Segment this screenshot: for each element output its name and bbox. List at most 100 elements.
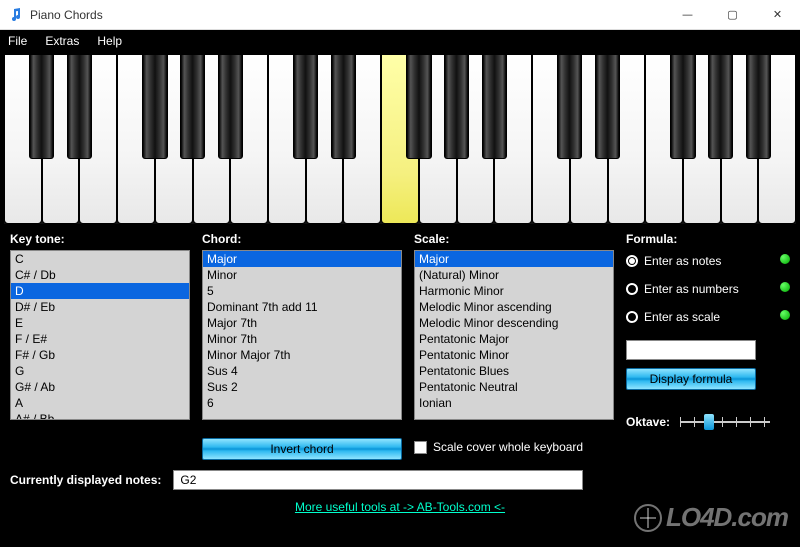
minimize-button[interactable]: —: [665, 0, 710, 30]
status-led-icon: [780, 254, 790, 264]
close-button[interactable]: ✕: [755, 0, 800, 30]
list-item[interactable]: 5: [203, 283, 401, 299]
menu-help[interactable]: Help: [97, 34, 122, 48]
list-item[interactable]: Minor: [203, 267, 401, 283]
formula-radio-notes[interactable]: Enter as notes: [626, 254, 790, 268]
list-item[interactable]: Major: [415, 251, 613, 267]
checkbox-icon: [414, 441, 427, 454]
chord-listbox[interactable]: MajorMinor5Dominant 7th add 11Major 7thM…: [202, 250, 402, 420]
black-key[interactable]: [444, 54, 469, 159]
list-item[interactable]: (Natural) Minor: [415, 267, 613, 283]
maximize-button[interactable]: ▢: [710, 0, 755, 30]
below-lists-row: Invert chord Scale cover whole keyboard: [0, 432, 800, 460]
key-tone-label: Key tone:: [10, 232, 190, 246]
black-key[interactable]: [67, 54, 92, 159]
scale-column: Scale: Major(Natural) MinorHarmonic Mino…: [414, 232, 614, 432]
scale-listbox[interactable]: Major(Natural) MinorHarmonic MinorMelodi…: [414, 250, 614, 420]
window-title: Piano Chords: [30, 8, 103, 22]
status-led-icon: [780, 310, 790, 320]
app-icon: [8, 7, 24, 23]
list-item[interactable]: Sus 2: [203, 379, 401, 395]
formula-radio-scale[interactable]: Enter as scale: [626, 310, 790, 324]
titlebar: Piano Chords — ▢ ✕: [0, 0, 800, 30]
list-item[interactable]: Pentatonic Minor: [415, 347, 613, 363]
list-item[interactable]: A# / Bb: [11, 411, 189, 420]
footer-link-row: More useful tools at -> AB-Tools.com <-: [0, 490, 800, 514]
black-key[interactable]: [293, 54, 318, 159]
black-key[interactable]: [557, 54, 582, 159]
oktave-slider[interactable]: [680, 412, 770, 432]
displayed-notes-label: Currently displayed notes:: [10, 473, 161, 487]
list-item[interactable]: Minor 7th: [203, 331, 401, 347]
list-item[interactable]: 6: [203, 395, 401, 411]
list-item[interactable]: A: [11, 395, 189, 411]
slider-thumb-icon: [704, 414, 714, 430]
black-key[interactable]: [331, 54, 356, 159]
footer-link[interactable]: More useful tools at -> AB-Tools.com <-: [295, 500, 505, 514]
black-key[interactable]: [595, 54, 620, 159]
black-key[interactable]: [708, 54, 733, 159]
list-item[interactable]: Pentatonic Blues: [415, 363, 613, 379]
formula-radio-numbers[interactable]: Enter as numbers: [626, 282, 790, 296]
controls-panel: Key tone: CC# / DbDD# / EbEF / E#F# / Gb…: [0, 224, 800, 432]
radio-dot-icon: [626, 311, 638, 323]
radio-label-numbers: Enter as numbers: [644, 282, 739, 296]
app-body: File Extras Help Key tone: CC# / DbDD# /…: [0, 30, 800, 547]
status-led-icon: [780, 282, 790, 292]
list-item[interactable]: Minor Major 7th: [203, 347, 401, 363]
radio-dot-icon: [626, 283, 638, 295]
black-key[interactable]: [142, 54, 167, 159]
formula-input[interactable]: [626, 340, 756, 360]
chord-column: Chord: MajorMinor5Dominant 7th add 11Maj…: [202, 232, 402, 432]
list-item[interactable]: Melodic Minor descending: [415, 315, 613, 331]
window-controls: — ▢ ✕: [665, 0, 800, 30]
list-item[interactable]: Major: [203, 251, 401, 267]
menu-file[interactable]: File: [8, 34, 27, 48]
black-key[interactable]: [482, 54, 507, 159]
radio-label-scale: Enter as scale: [644, 310, 720, 324]
list-item[interactable]: Pentatonic Major: [415, 331, 613, 347]
formula-column: Formula: Enter as notes Enter as numbers…: [626, 232, 790, 432]
black-key[interactable]: [29, 54, 54, 159]
list-item[interactable]: Major 7th: [203, 315, 401, 331]
list-item[interactable]: D# / Eb: [11, 299, 189, 315]
formula-label: Formula:: [626, 232, 790, 246]
display-formula-button[interactable]: Display formula: [626, 368, 756, 390]
list-item[interactable]: Sus 4: [203, 363, 401, 379]
menu-extras[interactable]: Extras: [45, 34, 79, 48]
scale-cover-label: Scale cover whole keyboard: [433, 440, 583, 454]
list-item[interactable]: G# / Ab: [11, 379, 189, 395]
black-key[interactable]: [670, 54, 695, 159]
list-item[interactable]: E: [11, 315, 189, 331]
black-key[interactable]: [180, 54, 205, 159]
list-item[interactable]: F# / Gb: [11, 347, 189, 363]
piano-keyboard: [0, 54, 800, 224]
invert-chord-button[interactable]: Invert chord: [202, 438, 402, 460]
key-tone-column: Key tone: CC# / DbDD# / EbEF / E#F# / Gb…: [10, 232, 190, 432]
oktave-row: Oktave:: [626, 412, 790, 432]
key-tone-listbox[interactable]: CC# / DbDD# / EbEF / E#F# / GbGG# / AbAA…: [10, 250, 190, 420]
black-key[interactable]: [746, 54, 771, 159]
list-item[interactable]: D: [11, 283, 189, 299]
oktave-label: Oktave:: [626, 415, 670, 429]
chord-label: Chord:: [202, 232, 402, 246]
black-key[interactable]: [406, 54, 431, 159]
list-item[interactable]: Ionian: [415, 395, 613, 411]
displayed-notes-input[interactable]: [173, 470, 583, 490]
menubar: File Extras Help: [0, 30, 800, 54]
list-item[interactable]: C# / Db: [11, 267, 189, 283]
list-item[interactable]: Pentatonic Neutral: [415, 379, 613, 395]
radio-label-notes: Enter as notes: [644, 254, 721, 268]
keyboard-keys: [4, 54, 796, 224]
list-item[interactable]: G: [11, 363, 189, 379]
black-key[interactable]: [218, 54, 243, 159]
list-item[interactable]: Harmonic Minor: [415, 283, 613, 299]
displayed-notes-row: Currently displayed notes:: [0, 460, 800, 490]
list-item[interactable]: C: [11, 251, 189, 267]
list-item[interactable]: Melodic Minor ascending: [415, 299, 613, 315]
list-item[interactable]: F / E#: [11, 331, 189, 347]
scale-label: Scale:: [414, 232, 614, 246]
radio-dot-icon: [626, 255, 638, 267]
list-item[interactable]: Dominant 7th add 11: [203, 299, 401, 315]
scale-cover-checkbox-row[interactable]: Scale cover whole keyboard: [414, 440, 614, 454]
